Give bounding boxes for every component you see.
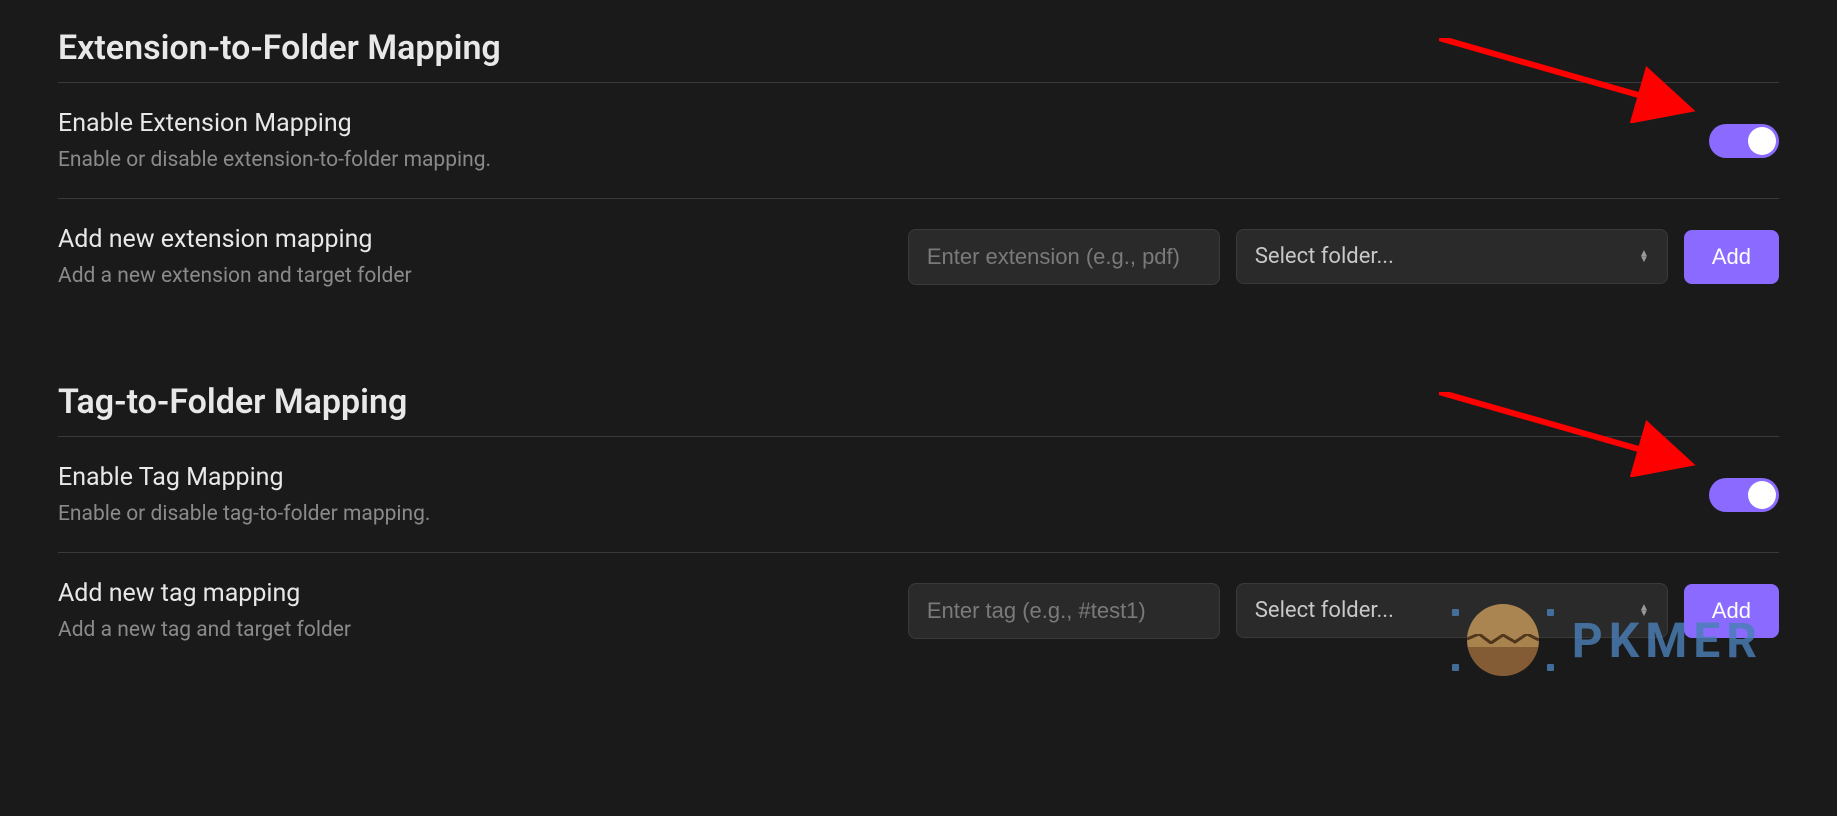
add-tag-setting: Add new tag mapping Add a new tag and ta… [58,553,1779,668]
enable-extension-toggle[interactable] [1709,124,1779,158]
chevron-up-down-icon: ▲▼ [1639,251,1649,263]
enable-tag-setting: Enable Tag Mapping Enable or disable tag… [58,437,1779,553]
add-extension-setting: Add new extension mapping Add a new exte… [58,199,1779,314]
setting-control [1709,124,1779,158]
arrow-annotation-icon [1439,38,1699,123]
enable-tag-description: Enable or disable tag-to-folder mapping. [58,502,1709,526]
tag-folder-select[interactable]: Select folder... ▲▼ [1236,583,1668,638]
setting-info: Add new extension mapping Add a new exte… [58,225,908,288]
chevron-up-down-icon: ▲▼ [1639,605,1649,617]
add-extension-description: Add a new extension and target folder [58,264,908,288]
setting-control: Select folder... ▲▼ Add [908,229,1779,285]
arrow-annotation-icon [1439,392,1699,477]
tag-input[interactable] [908,583,1220,639]
enable-tag-toggle[interactable] [1709,478,1779,512]
select-label: Select folder... [1255,244,1394,269]
extension-input[interactable] [908,229,1220,285]
toggle-knob [1748,127,1776,155]
extension-mapping-section: Extension-to-Folder Mapping Enable Exten… [58,0,1779,314]
add-tag-description: Add a new tag and target folder [58,618,908,642]
setting-control: Select folder... ▲▼ Add [908,583,1779,639]
add-extension-button[interactable]: Add [1684,230,1779,284]
add-tag-title: Add new tag mapping [58,579,908,608]
select-label: Select folder... [1255,598,1394,623]
enable-extension-description: Enable or disable extension-to-folder ma… [58,148,1709,172]
toggle-knob [1748,481,1776,509]
tag-mapping-section: Tag-to-Folder Mapping Enable Tag Mapping… [58,354,1779,668]
add-extension-title: Add new extension mapping [58,225,908,254]
add-tag-button[interactable]: Add [1684,584,1779,638]
extension-folder-select[interactable]: Select folder... ▲▼ [1236,229,1668,284]
setting-control [1709,478,1779,512]
enable-extension-setting: Enable Extension Mapping Enable or disab… [58,83,1779,199]
setting-info: Add new tag mapping Add a new tag and ta… [58,579,908,642]
